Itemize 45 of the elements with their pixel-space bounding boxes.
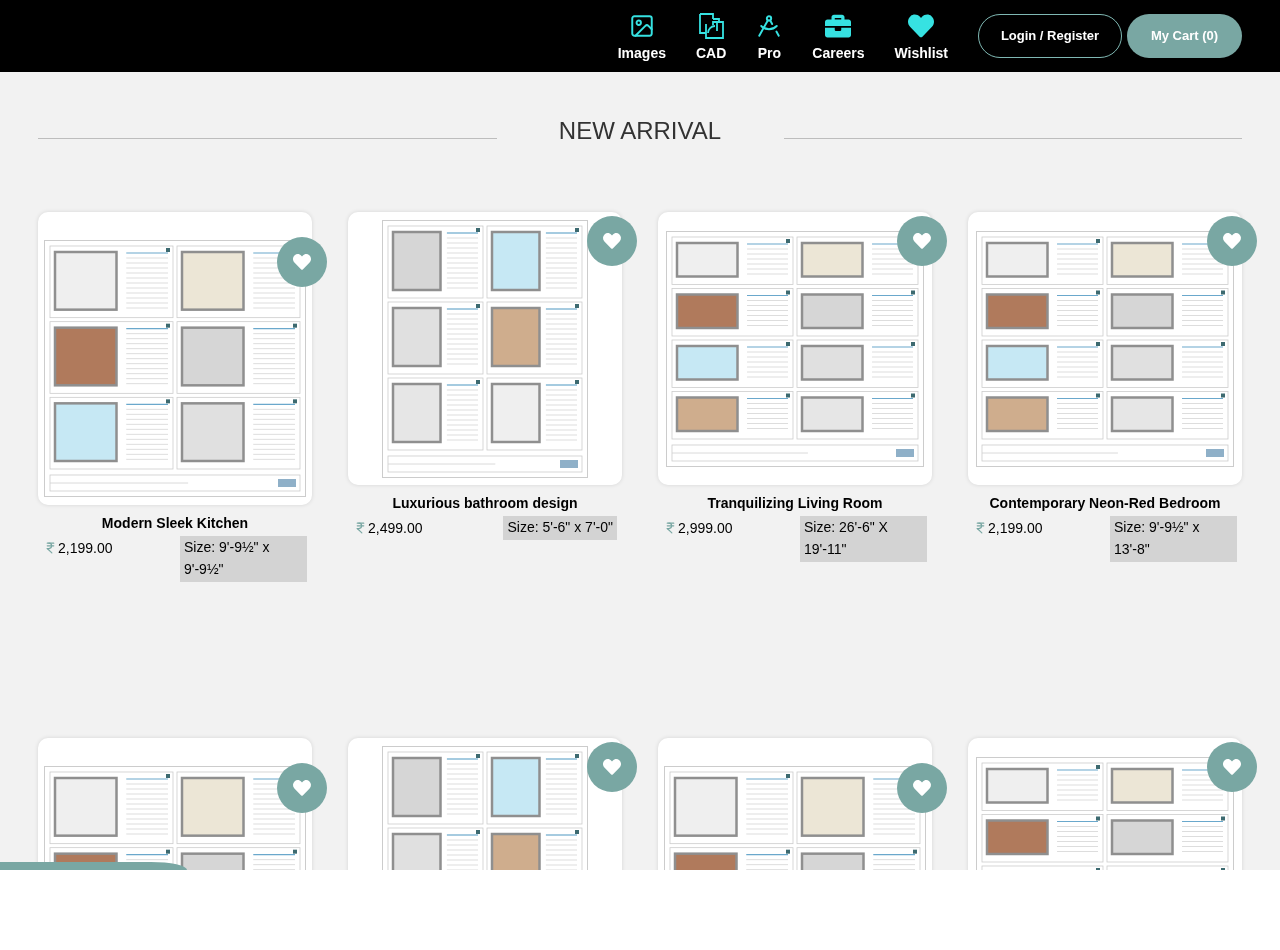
size-label: Size: 5'-6" x 7'-0" [503, 516, 617, 540]
product-title[interactable]: Luxurious bathroom design [348, 494, 622, 512]
heart-icon [292, 253, 312, 271]
floating-tab[interactable] [0, 862, 187, 870]
image-icon [628, 12, 655, 39]
nav-link[interactable]: Images [617, 12, 666, 62]
heart-icon [1222, 758, 1242, 776]
rupee-icon [44, 540, 57, 556]
product-title[interactable]: Tranquilizing Living Room [658, 494, 932, 512]
product-card[interactable] [38, 212, 312, 505]
rupee-icon [354, 520, 367, 536]
heart-icon [912, 779, 932, 797]
size-label: Size: 26'-6" X 19'-11" [800, 516, 927, 562]
product-price: 2,499.00 [368, 519, 423, 538]
wishlist-button[interactable] [897, 216, 947, 266]
nav-link[interactable]: CAD [695, 12, 727, 62]
wishlist-button[interactable] [587, 216, 637, 266]
product-title[interactable]: Modern Sleek Kitchen [38, 514, 312, 532]
rupee-icon [974, 520, 987, 536]
size-label: Size: 9'-9½" x 13'-8" [1110, 516, 1237, 562]
heart-icon [602, 232, 622, 250]
briefcase-icon [825, 12, 852, 39]
product-price: 2,999.00 [678, 519, 733, 538]
nav-link[interactable]: Wishlist [894, 12, 948, 62]
nav-link[interactable]: Careers [812, 12, 865, 62]
size-label: Size: 9'-9½" x 9'-9½" [180, 536, 307, 582]
product-card[interactable] [658, 212, 932, 485]
product-card[interactable] [348, 212, 622, 485]
heart-icon [908, 12, 935, 39]
product-price: 2,199.00 [988, 519, 1043, 538]
product-card[interactable] [968, 212, 1242, 485]
wishlist-button[interactable] [587, 742, 637, 792]
heart-icon [292, 779, 312, 797]
nav-link[interactable]: Pro [756, 12, 783, 62]
heart-icon [602, 758, 622, 776]
wishlist-button[interactable] [1207, 742, 1257, 792]
heart-icon [912, 232, 932, 250]
compass-icon [756, 12, 783, 39]
section-title: NEW ARRIVAL [557, 116, 723, 146]
floor-plan-icon [698, 12, 725, 39]
product-price: 2,199.00 [58, 539, 113, 558]
rupee-icon [664, 520, 677, 536]
wishlist-button[interactable] [1207, 216, 1257, 266]
product-title[interactable]: Contemporary Neon-Red Bedroom [968, 494, 1242, 512]
heart-icon [1222, 232, 1242, 250]
